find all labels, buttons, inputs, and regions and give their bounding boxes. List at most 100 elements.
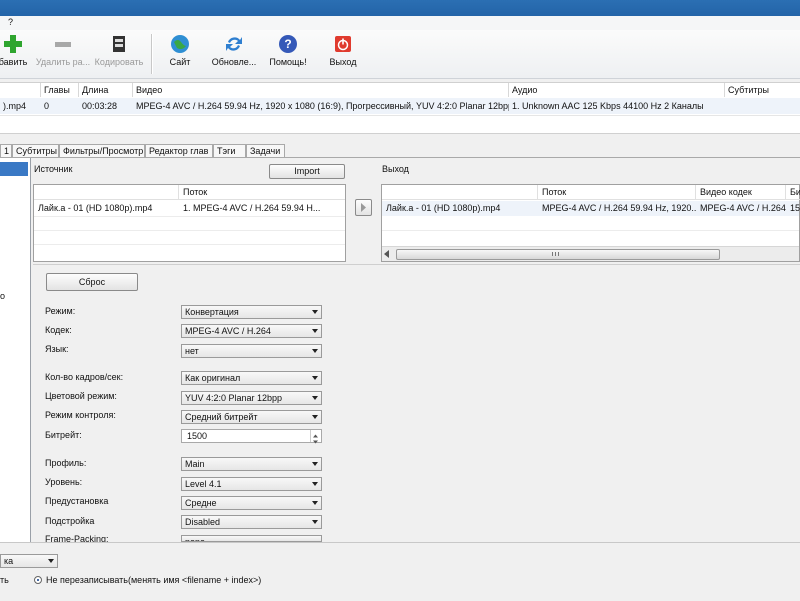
- row-line: [34, 230, 345, 231]
- mode-label: Режим:: [45, 306, 76, 316]
- source-stream-list[interactable]: Поток Лайк.а - 01 (HD 1080p).mp4 1. MPEG…: [33, 184, 346, 262]
- color-mode-label: Цветовой режим:: [45, 391, 117, 401]
- site-button[interactable]: Сайт: [162, 33, 198, 77]
- stream-tree-item[interactable]: о: [0, 291, 5, 301]
- file-grid: Главы Длина Видео Аудио Субтитры ).mp4 0…: [0, 82, 800, 134]
- scroll-left-icon[interactable]: [384, 250, 389, 258]
- grid-header-name[interactable]: [0, 83, 41, 97]
- grid-cell-chapters: 0: [44, 101, 50, 111]
- rate-control-select[interactable]: Средний битрейт: [181, 410, 322, 424]
- tab-tags[interactable]: Тэги: [213, 144, 246, 157]
- move-to-output-button[interactable]: [355, 199, 372, 216]
- stream-tree[interactable]: [0, 158, 31, 542]
- output-header-file[interactable]: [382, 185, 538, 200]
- row-line: [34, 216, 345, 217]
- tune-select[interactable]: Disabled: [181, 515, 322, 529]
- profile-select[interactable]: Main: [181, 457, 322, 471]
- output-stream-list[interactable]: Поток Видео кодек Би Лайк.а - 01 (HD 108…: [381, 184, 800, 262]
- rate-control-label: Режим контроля:: [45, 410, 116, 420]
- language-select[interactable]: нет: [181, 344, 322, 358]
- frame-packing-select[interactable]: none: [181, 535, 322, 542]
- mode-value: Конвертация: [185, 307, 239, 317]
- language-value: нет: [185, 346, 199, 356]
- scrollbar-thumb[interactable]: [396, 249, 720, 260]
- level-value: Level 4.1: [185, 479, 222, 489]
- grid-cell-name: ).mp4: [3, 101, 27, 111]
- minus-icon: [55, 42, 71, 47]
- add-button-label: бавить: [0, 57, 28, 67]
- preset-select[interactable]: Средне: [181, 496, 322, 510]
- bitrate-value: 1500: [187, 431, 208, 441]
- source-header-stream[interactable]: Поток: [179, 185, 345, 200]
- output-cell-stream: MPEG-4 AVC / H.264 59.94 Hz, 1920...: [542, 203, 696, 213]
- tab-subtitles[interactable]: Субтитры: [12, 144, 59, 157]
- grid-cell-subtitles: [725, 99, 800, 113]
- help-button-label: Помощь!: [269, 57, 307, 67]
- framerate-select[interactable]: Как оригинал: [181, 371, 322, 385]
- tab-bar: 1 Субтитры Фильтры/Просмотр Редактор гла…: [0, 144, 800, 158]
- reset-button[interactable]: Сброс: [46, 273, 138, 291]
- grid-header-chapters[interactable]: Главы: [41, 83, 79, 97]
- help-icon: ?: [279, 35, 297, 53]
- output-format-select[interactable]: ка: [0, 554, 58, 568]
- exit-button[interactable]: Выход: [326, 33, 360, 77]
- framerate-value: Как оригинал: [185, 373, 241, 383]
- add-button[interactable]: бавить: [0, 33, 32, 77]
- level-label: Уровень:: [45, 477, 83, 487]
- grid-cell-audio: 1. Unknown AAC 125 Kbps 44100 Hz 2 Канал…: [512, 101, 704, 111]
- output-header-video-codec[interactable]: Видео кодек: [696, 185, 786, 200]
- output-cell-bitrate: 150: [790, 203, 800, 213]
- power-icon: [335, 36, 351, 52]
- globe-icon: [171, 35, 189, 53]
- tab-panel-border: [0, 157, 800, 158]
- update-button-label: Обновле...: [211, 57, 257, 67]
- grid-header-length[interactable]: Длина: [79, 83, 133, 97]
- output-header-stream[interactable]: Поток: [538, 185, 696, 200]
- update-button[interactable]: Обновле...: [208, 33, 260, 77]
- plus-icon: [4, 35, 22, 53]
- tab-chapter-editor[interactable]: Редактор глав: [145, 144, 213, 157]
- dropdown-arrow-icon: [48, 559, 54, 563]
- site-button-label: Сайт: [169, 57, 191, 67]
- menu-help[interactable]: ?: [8, 17, 13, 27]
- dropdown-arrow-icon: [312, 396, 318, 400]
- bitrate-label: Битрейт:: [45, 430, 82, 440]
- grid-header-video[interactable]: Видео: [133, 83, 509, 97]
- codec-select[interactable]: MPEG-4 AVC / H.264: [181, 324, 322, 338]
- color-mode-select[interactable]: YUV 4:2:0 Planar 12bpp: [181, 391, 322, 405]
- refresh-icon: [226, 37, 242, 51]
- grid-header-audio[interactable]: Аудио: [509, 83, 725, 97]
- grid-cell-video: MPEG-4 AVC / H.264 59.94 Hz, 1920 x 1080…: [136, 101, 509, 111]
- color-mode-value: YUV 4:2:0 Planar 12bpp: [185, 393, 283, 403]
- tab-jobs[interactable]: Задачи: [246, 144, 285, 157]
- output-header-bitrate[interactable]: Би: [786, 185, 800, 200]
- output-scrollbar[interactable]: [382, 246, 799, 261]
- level-select[interactable]: Level 4.1: [181, 477, 322, 491]
- grid-header-subtitles[interactable]: Субтитры: [725, 83, 800, 97]
- output-cell-video-codec: MPEG-4 AVC / H.264: [700, 203, 786, 213]
- rate-control-value: Средний битрейт: [185, 412, 258, 422]
- stream-tree-selected-item[interactable]: [0, 162, 28, 176]
- import-button[interactable]: Import: [269, 164, 345, 179]
- dropdown-arrow-icon: [312, 310, 318, 314]
- preset-value: Средне: [185, 498, 217, 508]
- mode-select[interactable]: Конвертация: [181, 305, 322, 319]
- spin-down-icon[interactable]: [310, 436, 321, 444]
- no-overwrite-radio[interactable]: [34, 576, 42, 584]
- dropdown-arrow-icon: [312, 415, 318, 419]
- overwrite-option-label[interactable]: ть: [0, 575, 9, 585]
- bitrate-input[interactable]: 1500: [181, 429, 322, 444]
- source-header-file[interactable]: [34, 185, 179, 200]
- remove-button[interactable]: Удалить ра...: [34, 33, 92, 77]
- source-cell-stream: 1. MPEG-4 AVC / H.264 59.94 H...: [183, 203, 321, 213]
- help-button[interactable]: ? Помощь!: [266, 33, 310, 77]
- remove-button-label: Удалить ра...: [35, 57, 91, 67]
- tab-partial[interactable]: 1: [0, 144, 12, 157]
- profile-label: Профиль:: [45, 458, 87, 468]
- arrow-right-icon: [361, 203, 366, 212]
- no-overwrite-label[interactable]: Не перезаписывать(менять имя <filename +…: [46, 575, 261, 585]
- tab-filters-preview[interactable]: Фильтры/Просмотр: [59, 144, 145, 157]
- framerate-label: Кол-во кадров/сек:: [45, 372, 124, 382]
- encode-button[interactable]: Кодировать: [92, 33, 146, 77]
- language-label: Язык:: [45, 344, 69, 354]
